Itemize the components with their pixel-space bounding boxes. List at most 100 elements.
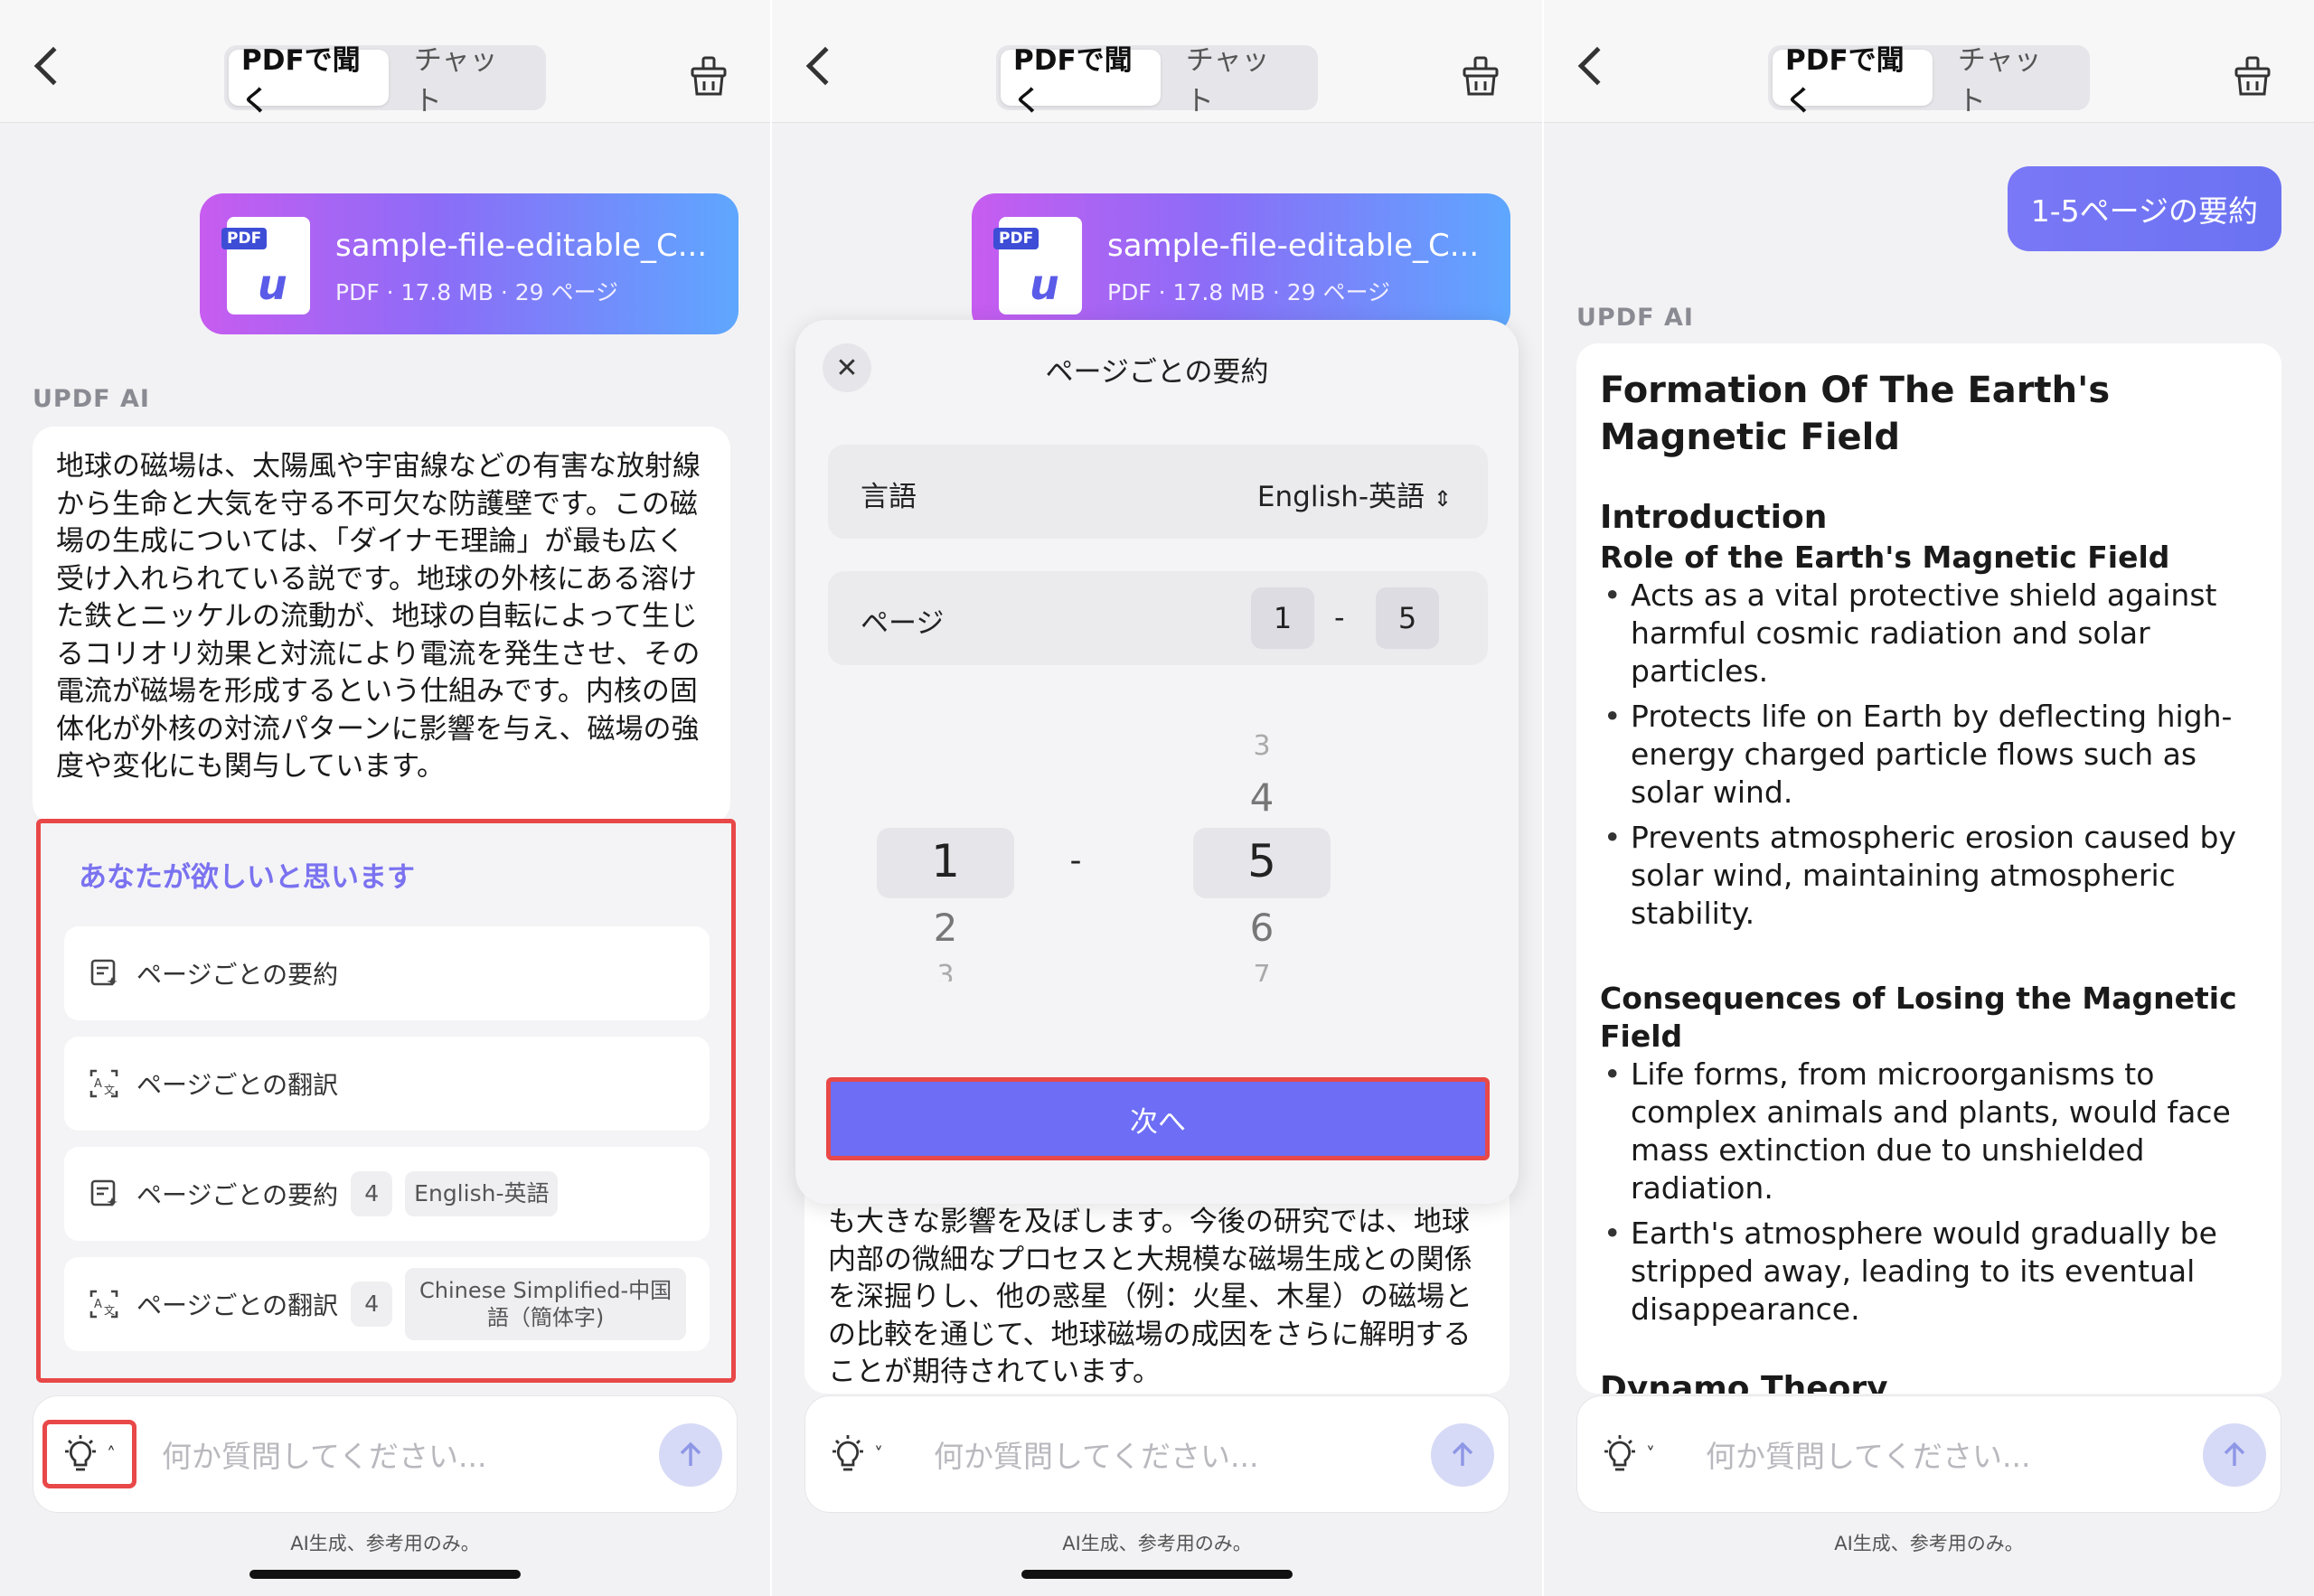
chevron-down-icon: ˅ xyxy=(1646,1443,1655,1465)
suggestion-label: ページごとの要約 xyxy=(136,960,339,990)
prompt-suggestions-toggle[interactable]: ˅ xyxy=(814,1420,908,1488)
picker-left-value[interactable]: 2 xyxy=(877,906,1014,950)
tab-chat[interactable]: チャット xyxy=(389,37,541,118)
language-selector[interactable]: 言語 English-英語 ⇕ xyxy=(828,445,1488,539)
suggestions-panel: あなたが欲しいと思います ページごとの要約 A文 ページごとの翻訳 ページごとの… xyxy=(36,819,736,1383)
sheet-title: ページごとの要約 xyxy=(1045,356,1269,389)
summary-title: Formation Of The Earth's Magnetic Field xyxy=(1600,370,2111,458)
send-button[interactable] xyxy=(1431,1423,1494,1487)
picker-right-value[interactable]: 4 xyxy=(1193,775,1331,820)
ai-summary-document: Formation Of The Earth's Magnetic Field … xyxy=(1576,343,2281,1394)
list-item: Prevents atmospheric erosion caused by s… xyxy=(1600,819,2258,933)
question-input[interactable]: 何か質問してください... xyxy=(162,1432,487,1476)
clear-basket-icon[interactable] xyxy=(2231,54,2274,98)
question-input[interactable]: 何か質問してください... xyxy=(934,1432,1259,1476)
updf-logo-icon: u xyxy=(1030,260,1059,309)
page-from-field[interactable]: 1 xyxy=(1251,587,1314,649)
language-badge: Chinese Simplified-中国語（簡体字) xyxy=(405,1268,686,1340)
home-indicator xyxy=(249,1570,521,1579)
role-points-list: Acts as a vital protective shield agains… xyxy=(1600,577,2258,933)
next-button[interactable]: 次へ xyxy=(826,1077,1490,1160)
suggestion-label: ページごとの翻訳 xyxy=(136,1070,339,1100)
screen-ask-pdf-suggestions: PDFで聞く チャット PDF u sample-file-editable_C… xyxy=(0,0,770,1596)
page-to-field[interactable]: 5 xyxy=(1376,587,1439,649)
prompt-suggestions-toggle[interactable]: ˅ xyxy=(1586,1420,1680,1488)
mode-segmented-control: PDFで聞く チャット xyxy=(1768,44,2090,117)
mode-segmented-control: PDFで聞く チャット xyxy=(224,44,546,117)
suggestion-summary-recent[interactable]: ページごとの要約 4 English-英語 xyxy=(64,1147,710,1241)
tab-chat[interactable]: チャット xyxy=(1161,37,1313,118)
page-count-badge: 4 xyxy=(351,1281,393,1327)
updown-chevron-icon: ⇕ xyxy=(1433,486,1452,512)
picker-right-value[interactable]: 6 xyxy=(1193,906,1331,950)
file-name: sample-file-editable_C... xyxy=(1107,228,1480,264)
send-button[interactable] xyxy=(2203,1423,2266,1487)
ai-sender-label: UPDF AI xyxy=(33,385,150,413)
question-input[interactable]: 何か質問してください... xyxy=(1706,1432,2031,1476)
tab-ask-pdf[interactable]: PDFで聞く xyxy=(1773,44,1933,117)
lightbulb-icon xyxy=(65,1435,96,1471)
dynamo-heading: Dynamo Theory xyxy=(1600,1370,1888,1394)
picker-dash: - xyxy=(1069,842,1082,879)
list-item: Earth's atmosphere would gradually be st… xyxy=(1600,1215,2258,1328)
suggestions-title: あなたが欲しいと思います xyxy=(79,861,415,894)
page-label: ページ xyxy=(861,607,945,640)
ai-disclaimer: AI生成、参考用のみ。 xyxy=(1834,1533,2024,1554)
file-meta: PDF · 17.8 MB · 29 ページ xyxy=(1107,279,1390,305)
pdf-file-icon: PDF u xyxy=(221,217,310,315)
pdf-tag: PDF xyxy=(993,228,1039,249)
top-bar: PDFで聞く チャット xyxy=(1544,0,2314,123)
list-item: Acts as a vital protective shield agains… xyxy=(1600,577,2258,690)
prompt-suggestions-toggle[interactable]: ˄ xyxy=(42,1420,136,1488)
summary-settings-sheet: ✕ ページごとの要約 言語 English-英語 ⇕ ページ 1 - 5 1 2… xyxy=(795,320,1519,1204)
file-card[interactable]: PDF u sample-file-editable_C... PDF · 17… xyxy=(200,193,738,334)
picker-right-value[interactable]: 3 xyxy=(1193,730,1331,762)
home-indicator xyxy=(1021,1570,1293,1579)
list-item: Protects life on Earth by deflecting hig… xyxy=(1600,698,2258,812)
arrow-up-icon xyxy=(680,1441,701,1466)
ai-disclaimer: AI生成、参考用のみ。 xyxy=(290,1533,480,1554)
suggestion-translate-recent[interactable]: A文 ページごとの翻訳 4 Chinese Simplified-中国語（簡体字… xyxy=(64,1257,710,1351)
language-value: English-英語 ⇕ xyxy=(1257,474,1452,514)
svg-text:A: A xyxy=(94,1077,102,1091)
tab-chat[interactable]: チャット xyxy=(1933,37,2085,118)
page-range-row: ページ 1 - 5 xyxy=(828,571,1488,665)
language-label: 言語 xyxy=(861,481,917,513)
picker-left-value[interactable]: 3 xyxy=(877,960,1014,981)
file-card[interactable]: PDF u sample-file-editable_C... PDF · 17… xyxy=(972,193,1510,334)
suggestion-summary-by-page[interactable]: ページごとの要約 xyxy=(64,926,710,1020)
intro-heading: Introduction xyxy=(1600,499,1828,536)
ai-answer-text-behind: も大きな影響を及ぼします。今後の研究では、地球内部の微細なプロセスと大規模な磁場… xyxy=(804,1191,1510,1394)
clear-basket-icon[interactable] xyxy=(1459,54,1502,98)
picker-right-value[interactable]: 7 xyxy=(1193,960,1331,981)
pdf-file-icon: PDF u xyxy=(993,217,1082,315)
back-icon[interactable] xyxy=(805,46,845,86)
list-item: Life forms, from microorganisms to compl… xyxy=(1600,1056,2258,1207)
consequences-points-list: Life forms, from microorganisms to compl… xyxy=(1600,1056,2258,1328)
language-value-text: English-英語 xyxy=(1256,481,1425,513)
chat-input-bar: ˅ 何か質問してください... xyxy=(804,1395,1510,1513)
chevron-up-icon: ˄ xyxy=(107,1443,116,1465)
suggestion-label: ページごとの翻訳 xyxy=(136,1291,339,1320)
summary-icon xyxy=(90,1179,118,1206)
file-name: sample-file-editable_C... xyxy=(335,228,708,264)
svg-text:文: 文 xyxy=(104,1303,115,1317)
clear-basket-icon[interactable] xyxy=(687,54,730,98)
back-icon[interactable] xyxy=(1577,46,1617,86)
translate-icon: A文 xyxy=(89,1290,118,1319)
ai-disclaimer: AI生成、参考用のみ。 xyxy=(1062,1533,1252,1554)
file-meta: PDF · 17.8 MB · 29 ページ xyxy=(335,279,618,305)
back-icon[interactable] xyxy=(33,46,73,86)
screen-summary-result: PDFで聞く チャット 1-5ページの要約 UPDF AI Formation … xyxy=(1544,0,2314,1596)
screen-summary-settings: PDFで聞く チャット PDF u sample-file-editable_C… xyxy=(772,0,1542,1596)
lightbulb-icon xyxy=(1604,1435,1635,1471)
suggestion-translate-by-page[interactable]: A文 ページごとの翻訳 xyxy=(64,1037,710,1131)
send-button[interactable] xyxy=(659,1423,722,1487)
chevron-down-icon: ˅ xyxy=(874,1443,883,1465)
arrow-up-icon xyxy=(1452,1441,1473,1466)
tab-ask-pdf[interactable]: PDFで聞く xyxy=(1001,44,1161,117)
tab-ask-pdf[interactable]: PDFで聞く xyxy=(229,44,389,117)
picker-right-value[interactable]: 5 xyxy=(1193,835,1331,887)
ai-sender-label: UPDF AI xyxy=(1576,304,1694,332)
svg-text:A: A xyxy=(94,1298,102,1311)
